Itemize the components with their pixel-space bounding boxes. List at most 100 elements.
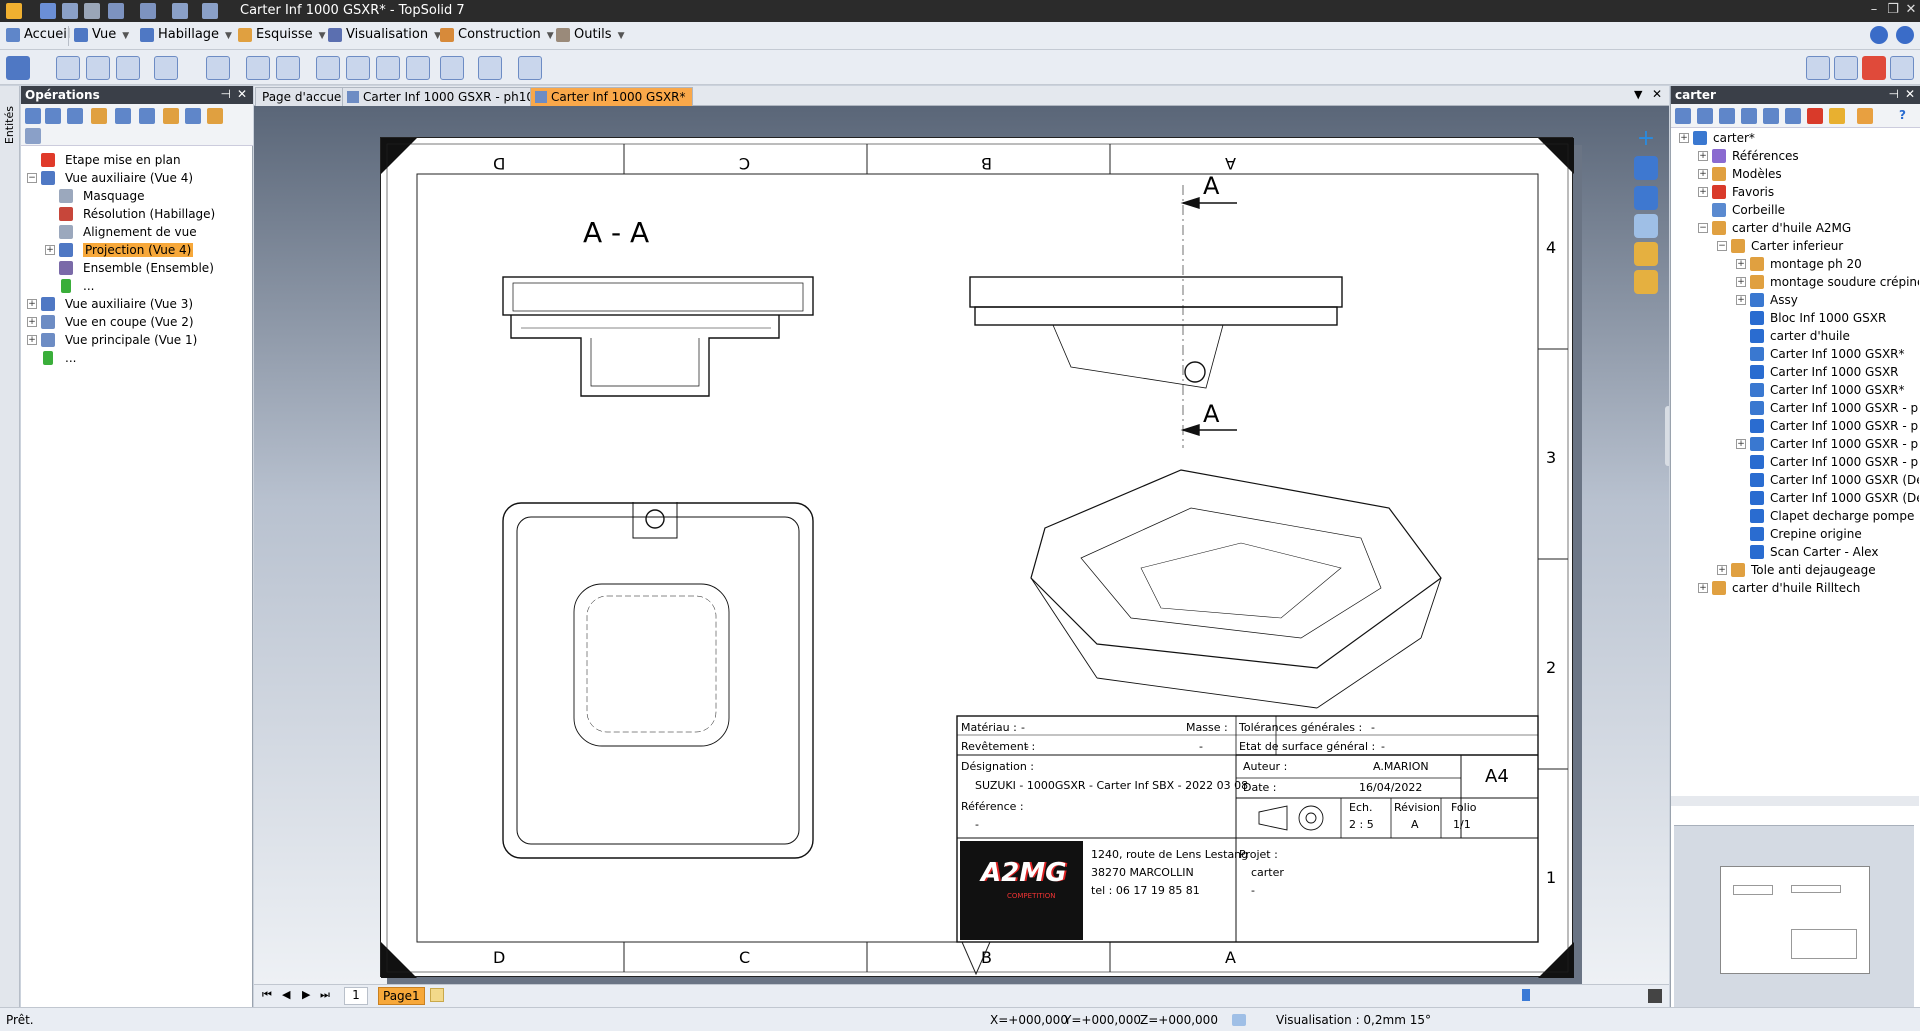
page-tab[interactable]: Page1 [378,987,425,1005]
export-icon[interactable] [163,108,179,124]
filter-icon[interactable] [1675,108,1691,124]
collapse-icon[interactable] [67,108,83,124]
menu-accueil[interactable]: Accueil [6,27,70,45]
list-icon[interactable] [25,128,41,144]
properties-icon[interactable] [1806,56,1830,80]
print-preview-icon[interactable] [478,56,502,80]
branch-icon[interactable] [139,108,155,124]
restore-icon[interactable]: ❐ [1884,2,1902,20]
measure-icon[interactable] [1634,242,1658,266]
view-mode-icon[interactable] [1232,1014,1246,1026]
redo-icon[interactable] [140,3,156,19]
add-view-icon[interactable]: + [1634,128,1658,152]
menu-visualisation[interactable]: Visualisation ▼ [328,27,441,45]
vertical-scroll-thumb[interactable] [1665,406,1669,466]
expand-toggle[interactable]: + [1736,259,1746,269]
detail-view-icon[interactable] [154,56,178,80]
expand-toggle[interactable]: + [27,335,37,345]
flip-icon[interactable] [185,108,201,124]
tab-list-icon[interactable]: ▼ [1634,88,1642,101]
previous-page-icon[interactable]: ◀ [282,988,290,1001]
align-icon[interactable] [316,56,340,80]
zoom-icon[interactable] [1634,214,1658,238]
refresh-icon[interactable] [202,3,218,19]
swap-icon[interactable] [207,108,223,124]
expand-toggle[interactable]: + [1698,151,1708,161]
flag-icon[interactable] [1807,108,1823,124]
menu-vue[interactable]: Vue ▼ [74,27,129,45]
expand-toggle[interactable]: + [1736,295,1746,305]
projection-icon[interactable] [206,56,230,80]
frame-icon[interactable] [346,56,370,80]
filter-icon[interactable] [25,108,41,124]
collapse-toggle[interactable]: − [1698,223,1708,233]
hatch-icon[interactable] [246,56,270,80]
expand-toggle[interactable]: + [1698,187,1708,197]
warning-icon[interactable] [1829,108,1845,124]
minimize-icon[interactable]: – [1865,2,1883,20]
page-number-field[interactable]: 1 [344,987,368,1005]
tab-carter-ph10[interactable]: Carter Inf 1000 GSXR - ph10* [342,87,547,106]
expand-toggle[interactable]: + [1736,277,1746,287]
expand-toggle[interactable]: + [1679,133,1689,143]
expand-toggle[interactable]: + [27,317,37,327]
new-page-icon[interactable] [430,988,444,1002]
pin-icon[interactable]: ⊣ [221,87,231,101]
sheet-icon[interactable] [440,56,464,80]
grid-icon[interactable] [1890,56,1914,80]
tab-page-accueil[interactable]: Page d'accueil [255,87,355,106]
sort-icon[interactable] [1697,108,1713,124]
first-page-icon[interactable]: ⏮ [262,988,272,1002]
branch-icon[interactable] [1785,108,1801,124]
expand-toggle[interactable]: + [1717,565,1727,575]
close-icon[interactable]: ✕ [1902,2,1920,20]
lock-icon[interactable] [1862,56,1886,80]
help-icon[interactable] [1870,26,1888,44]
collapse-toggle[interactable]: − [27,173,37,183]
zoom-slider-thumb[interactable] [1522,989,1530,1001]
tag-icon[interactable] [91,108,107,124]
dimension-icon[interactable] [276,56,300,80]
layout-icon[interactable] [172,3,188,19]
sort-icon[interactable] [45,108,61,124]
drawing-canvas[interactable]: D C B A D C B A 4 3 2 1 A - A A A Matéri… [254,106,1669,984]
expand-toggle[interactable]: + [27,299,37,309]
collapse-toggle[interactable]: − [1717,241,1727,251]
app-logo-icon[interactable] [6,3,22,19]
menu-outils[interactable]: Outils ▼ [556,27,625,45]
next-page-icon[interactable]: ▶ [302,988,310,1001]
close-icon[interactable]: ✕ [1652,87,1662,101]
sheet-preview[interactable] [1674,825,1914,1007]
layout-view-icon[interactable] [1634,156,1658,180]
expand-toggle[interactable]: + [1736,439,1746,449]
expand-toggle[interactable]: + [1698,169,1708,179]
help-query-icon[interactable] [1634,270,1658,294]
save-icon[interactable] [40,3,56,19]
swap-icon[interactable] [1857,108,1873,124]
undo-icon[interactable] [108,3,124,19]
aux-view-icon[interactable] [86,56,110,80]
collapse-icon[interactable] [1719,108,1735,124]
horizontal-scrollbar[interactable] [1671,796,1919,806]
section-view-icon[interactable] [116,56,140,80]
link-icon[interactable] [1741,108,1757,124]
zoom-fit-icon[interactable] [1634,186,1658,210]
zoom-window-icon[interactable] [518,56,542,80]
table-icon[interactable] [376,56,400,80]
side-tab-entites[interactable]: Entités [3,106,16,144]
menu-esquisse[interactable]: Esquisse ▼ [238,27,326,45]
print-icon[interactable] [84,3,100,19]
menu-habillage[interactable]: Habillage ▼ [140,27,232,45]
expand-toggle[interactable]: + [45,245,55,255]
tab-carter-inf[interactable]: Carter Inf 1000 GSXR* [530,87,693,106]
view-settings-icon[interactable] [6,56,30,80]
export-icon[interactable] [1834,56,1858,80]
save-all-icon[interactable] [62,3,78,19]
list-icon[interactable] [406,56,430,80]
grid-toggle-icon[interactable] [1648,989,1662,1003]
last-page-icon[interactable]: ⏭ [320,988,330,1002]
expand-toggle[interactable]: + [1698,583,1708,593]
close-icon[interactable]: ✕ [1905,87,1915,101]
stack-icon[interactable] [1763,108,1779,124]
pin-icon[interactable]: ⊣ [1889,87,1899,101]
